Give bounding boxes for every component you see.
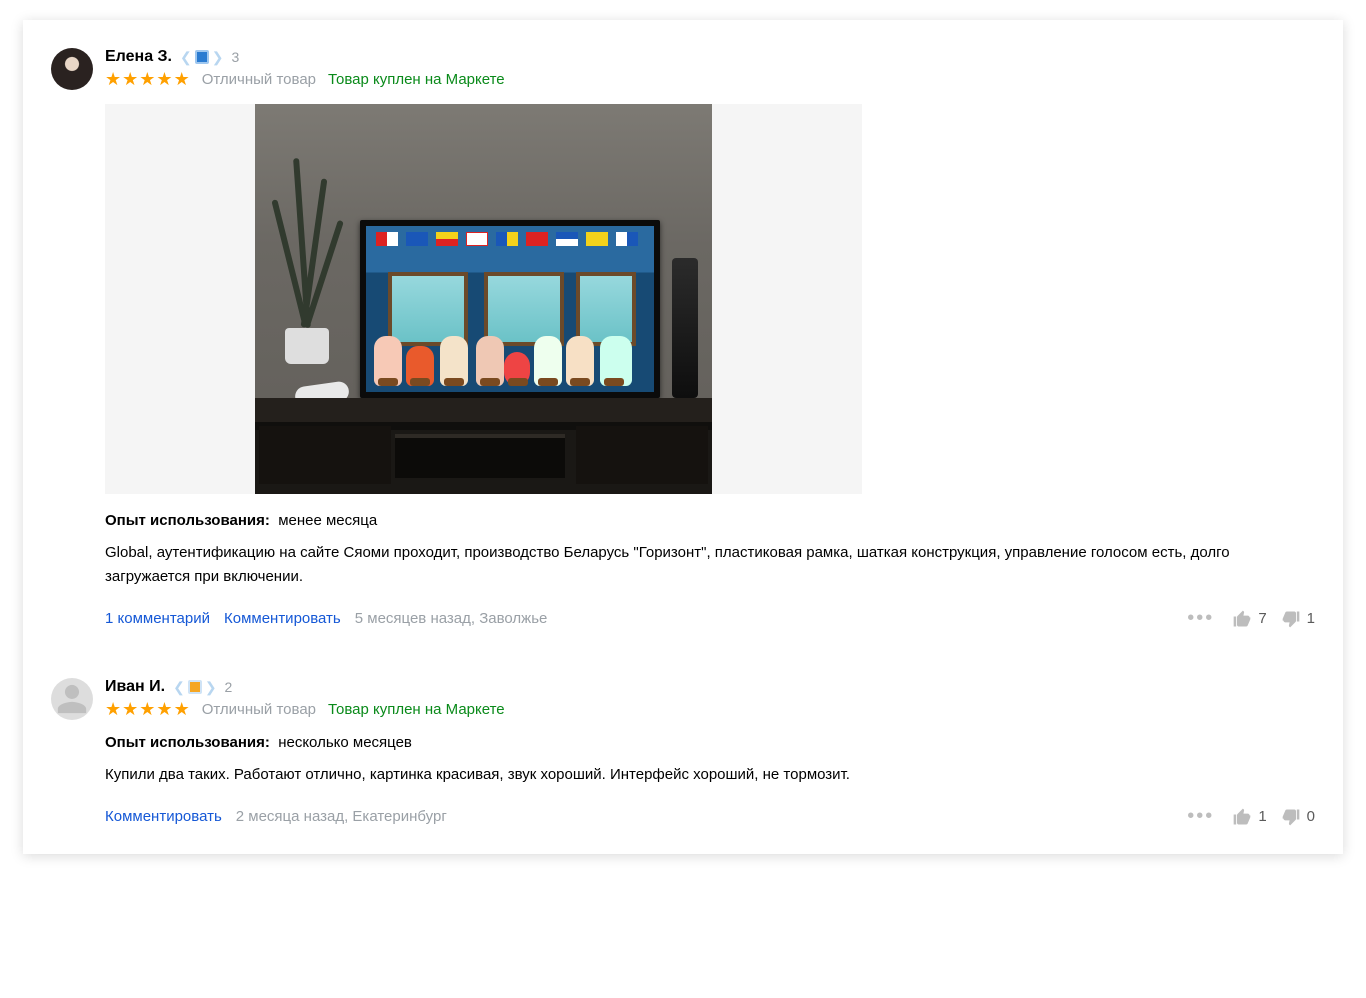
actions-row: 1 комментарий Комментировать 5 месяцев н… [105,607,1315,630]
level-badge: ❮ ❯ [180,49,223,66]
laurel-right-icon: ❯ [205,679,217,696]
review-header: Иван И. ❮ ❯ 2 ★ ★ ★ ★ ★ [51,678,1315,720]
review-body: Опыт использования: менее месяца Global,… [105,104,1315,630]
review-header: Елена З. ❮ ❯ 3 ★ ★ ★ ★ ★ [51,48,1315,90]
review-body: Опыт использования: несколько месяцев Ку… [105,734,1315,828]
star-icon: ★ [156,70,172,88]
comment-button[interactable]: Комментировать [105,808,222,825]
star-icon: ★ [174,70,190,88]
experience-value: несколько месяцев [278,734,412,751]
star-icon: ★ [122,70,138,88]
thumb-down-icon [1281,609,1301,629]
level-badge: ❮ ❯ [173,679,216,696]
experience-label: Опыт использования: [105,512,270,529]
level-number: 3 [231,49,239,65]
dislike-count: 1 [1307,610,1315,627]
experience-value: менее месяца [278,512,377,529]
star-icon: ★ [174,700,190,718]
review-photo[interactable] [255,104,712,494]
review-header-lines: Елена З. ❮ ❯ 3 ★ ★ ★ ★ ★ [105,48,505,88]
photo-padding [712,104,862,494]
thumb-up-icon [1232,609,1252,629]
comments-link[interactable]: 1 комментарий [105,610,210,627]
author-name[interactable]: Иван И. [105,678,165,696]
laurel-left-icon: ❮ [180,49,192,66]
rating-line: ★ ★ ★ ★ ★ Отличный товар Товар куплен на… [105,70,505,88]
star-rating: ★ ★ ★ ★ ★ [105,70,190,88]
review-header-lines: Иван И. ❮ ❯ 2 ★ ★ ★ ★ ★ [105,678,505,718]
review-photo-row [105,104,1315,494]
more-menu-button[interactable]: ••• [1183,805,1218,828]
star-rating: ★ ★ ★ ★ ★ [105,700,190,718]
dislike-button[interactable]: 1 [1281,609,1315,629]
level-badge-icon [188,680,202,694]
star-icon: ★ [139,70,155,88]
reviews-container: Елена З. ❮ ❯ 3 ★ ★ ★ ★ ★ [23,20,1343,854]
purchase-note: Товар куплен на Маркете [328,701,505,718]
rating-label: Отличный товар [202,701,316,718]
laurel-left-icon: ❮ [173,679,185,696]
like-button[interactable]: 7 [1232,609,1266,629]
thumb-down-icon [1281,807,1301,827]
star-icon: ★ [122,700,138,718]
rating-line: ★ ★ ★ ★ ★ Отличный товар Товар куплен на… [105,700,505,718]
star-icon: ★ [105,70,121,88]
review-item: Иван И. ❮ ❯ 2 ★ ★ ★ ★ ★ [51,678,1315,828]
experience-label: Опыт использования: [105,734,270,751]
review-meta: 2 месяца назад, Екатеринбург [236,808,447,825]
dislike-button[interactable]: 0 [1281,807,1315,827]
laurel-right-icon: ❯ [212,49,224,66]
experience-line: Опыт использования: несколько месяцев [105,734,1315,751]
more-menu-button[interactable]: ••• [1183,607,1218,630]
actions-row: Комментировать 2 месяца назад, Екатеринб… [105,805,1315,828]
star-icon: ★ [156,700,172,718]
author-line: Елена З. ❮ ❯ 3 [105,48,505,66]
like-button[interactable]: 1 [1232,807,1266,827]
review-meta: 5 месяцев назад, Заволжье [355,610,548,627]
review-text: Global, аутентификацию на сайте Сяоми пр… [105,541,1315,589]
rating-label: Отличный товар [202,71,316,88]
review-text: Купили два таких. Работают отлично, карт… [105,763,1315,787]
comment-button[interactable]: Комментировать [224,610,341,627]
like-count: 7 [1258,610,1266,627]
review-item: Елена З. ❮ ❯ 3 ★ ★ ★ ★ ★ [51,48,1315,630]
dislike-count: 0 [1307,808,1315,825]
level-badge-icon [195,50,209,64]
user-placeholder-icon [55,682,89,716]
star-icon: ★ [105,700,121,718]
author-name[interactable]: Елена З. [105,48,172,66]
experience-line: Опыт использования: менее месяца [105,512,1315,529]
purchase-note: Товар куплен на Маркете [328,71,505,88]
avatar[interactable] [51,678,93,720]
like-count: 1 [1258,808,1266,825]
avatar[interactable] [51,48,93,90]
level-number: 2 [225,679,233,695]
star-icon: ★ [139,700,155,718]
author-line: Иван И. ❮ ❯ 2 [105,678,505,696]
thumb-up-icon [1232,807,1252,827]
photo-padding [105,104,255,494]
